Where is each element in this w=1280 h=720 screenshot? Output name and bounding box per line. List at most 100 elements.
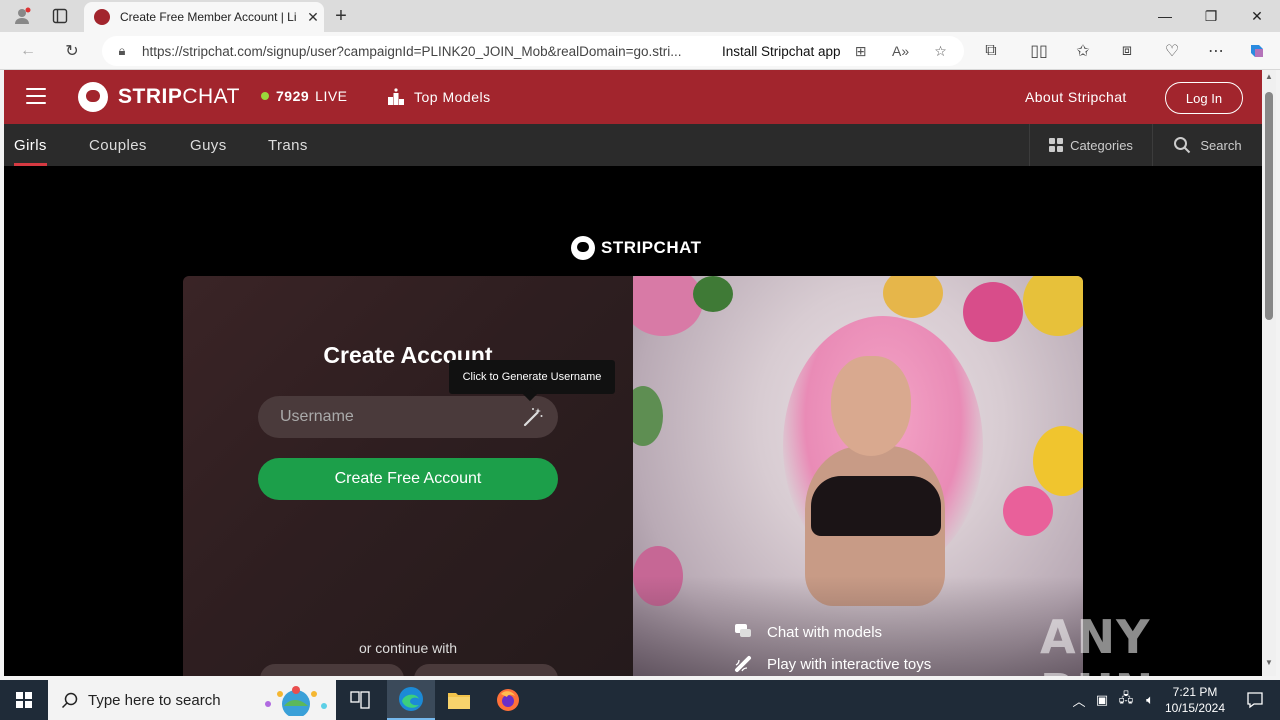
lock-icon[interactable]: 🔒︎ [102, 43, 142, 59]
more-menu-icon[interactable]: ⋯ [1203, 39, 1229, 63]
taskbar-search-box[interactable]: Type here to search [48, 680, 336, 720]
tab-trans[interactable]: Trans [268, 124, 308, 166]
top-models-link[interactable]: Top Models [387, 88, 491, 106]
tray-overflow-icon[interactable]: ︿ [1068, 691, 1090, 710]
task-view-icon[interactable] [336, 680, 384, 720]
notifications-icon[interactable] [1230, 680, 1280, 720]
start-button[interactable] [0, 680, 48, 720]
scroll-up-icon[interactable]: ▲ [1262, 72, 1276, 88]
stripchat-favicon-icon [94, 9, 110, 25]
taskbar-clock[interactable]: 7:21 PM 10/15/2024 [1160, 684, 1230, 716]
scrollbar-thumb[interactable] [1265, 92, 1273, 320]
about-link[interactable]: About Stripchat [1025, 89, 1127, 105]
social-login-google-button[interactable] [260, 664, 404, 676]
profile-icon[interactable] [8, 4, 36, 28]
volume-icon[interactable]: 🔈︎ [1138, 692, 1162, 708]
browser-essentials-icon[interactable]: ♡ [1159, 39, 1185, 63]
feature-toys: Play with interactive toys [733, 655, 931, 673]
promo-photo-panel: Chat with models Play with interactive t… [633, 276, 1083, 676]
logo-mark-icon [78, 82, 108, 112]
windows-taskbar: Type here to search ︿ ▣ 🖧︎ 🔈︎ 7:21 PM 10… [0, 680, 1280, 720]
extensions-icon[interactable]: ⧉ [978, 39, 1004, 63]
category-nav: Girls Couples Guys Trans Categories Sear… [4, 124, 1262, 166]
username-input[interactable]: Username [258, 396, 558, 438]
create-free-account-button[interactable]: Create Free Account [258, 458, 558, 500]
new-tab-icon[interactable]: + [327, 4, 355, 28]
categories-label: Categories [1070, 137, 1133, 153]
install-app-button[interactable]: Install Stripchat app [722, 44, 841, 59]
logo-text-light: CHAT [182, 85, 240, 108]
tab-title: Create Free Member Account | Li [120, 10, 297, 24]
firefox-icon[interactable] [484, 680, 532, 720]
close-tab-icon[interactable]: ✕ [302, 9, 324, 26]
site-header: STRIPCHAT 7929 LIVE Top Models About Str… [4, 70, 1262, 124]
favorites-icon[interactable]: ✩ [1070, 39, 1096, 63]
center-logo: STRIPCHAT [571, 236, 702, 260]
back-icon[interactable]: ← [15, 39, 41, 63]
flower-decoration [883, 276, 943, 318]
browser-toolbar: ← ↻ 🔒︎ https://stripchat.com/signup/user… [0, 32, 1280, 70]
file-explorer-icon[interactable] [435, 680, 483, 720]
app-install-icon[interactable]: ⊞ [841, 43, 881, 60]
live-count-link[interactable]: 7929 LIVE [261, 88, 348, 104]
close-window-icon[interactable]: ✕ [1234, 0, 1280, 32]
flower-decoration [633, 276, 703, 336]
split-screen-icon[interactable]: ▯▯ [1026, 39, 1052, 63]
url-text[interactable]: https://stripchat.com/signup/user?campai… [142, 44, 704, 59]
collections-icon[interactable]: ⧈ [1114, 39, 1140, 63]
browser-tab-strip: Create Free Member Account | Li ✕ + — ❐ … [0, 0, 1280, 32]
leaf-decoration [633, 386, 663, 446]
live-count: 7929 [276, 88, 310, 104]
page-viewport: STRIPCHAT 7929 LIVE Top Models About Str… [4, 70, 1262, 676]
browser-tab-active[interactable]: Create Free Member Account | Li ✕ [84, 2, 324, 32]
magic-wand-icon[interactable] [522, 406, 544, 428]
minimize-icon[interactable]: — [1142, 0, 1188, 32]
scroll-down-icon[interactable]: ▼ [1262, 658, 1276, 674]
chat-bubble-icon [733, 623, 753, 641]
clock-time: 7:21 PM [1172, 685, 1218, 699]
model-photo-face [831, 356, 911, 456]
center-logo-text: STRIPCHAT [601, 238, 702, 257]
taskbar-search-placeholder: Type here to search [88, 691, 221, 709]
live-label: LIVE [315, 88, 348, 104]
leaf-decoration [693, 276, 733, 312]
social-login-other-button[interactable] [414, 664, 558, 676]
favorite-star-icon[interactable]: ☆ [921, 43, 961, 60]
interactive-toy-icon [733, 655, 753, 673]
meet-now-icon[interactable]: ▣ [1090, 692, 1114, 708]
tab-actions-icon[interactable] [46, 4, 74, 28]
anyrun-watermark: ANY RUN [1040, 610, 1153, 676]
restore-icon[interactable]: ❐ [1188, 0, 1234, 32]
podium-icon [387, 88, 405, 106]
clock-date: 10/15/2024 [1164, 701, 1226, 715]
copilot-icon[interactable] [1244, 39, 1270, 63]
flower-decoration [1033, 426, 1083, 496]
address-bar[interactable]: 🔒︎ https://stripchat.com/signup/user?cam… [102, 36, 964, 66]
login-button[interactable]: Log In [1165, 82, 1243, 114]
top-models-label: Top Models [414, 89, 491, 105]
network-icon[interactable]: 🖧︎ [1114, 689, 1138, 711]
stripchat-logo[interactable]: STRIPCHAT [78, 82, 240, 112]
feature-toys-label: Play with interactive toys [767, 655, 932, 673]
refresh-icon[interactable]: ↻ [59, 39, 85, 63]
logo-text-bold: STRIP [118, 85, 183, 108]
signup-form-panel: Create Account Username Click to Generat… [183, 276, 633, 676]
generate-username-tooltip: Click to Generate Username [449, 360, 615, 394]
search-icon [1173, 136, 1191, 154]
grid-icon [1049, 138, 1064, 152]
feature-chat: Chat with models [733, 623, 882, 641]
model-photo-clothing [811, 476, 941, 536]
tab-girls[interactable]: Girls [14, 124, 47, 166]
tab-couples[interactable]: Couples [89, 124, 147, 166]
menu-icon[interactable] [26, 88, 46, 104]
search-icon [61, 691, 79, 709]
categories-button[interactable]: Categories [1029, 124, 1153, 166]
tab-guys[interactable]: Guys [190, 124, 227, 166]
edge-taskbar-icon[interactable] [387, 680, 435, 720]
system-tray: ︿ ▣ 🖧︎ 🔈︎ [1068, 680, 1162, 720]
live-dot-icon [261, 92, 269, 100]
read-aloud-icon[interactable]: A» [881, 43, 921, 59]
continue-with-label: or continue with [358, 640, 458, 656]
search-button[interactable]: Search [1153, 124, 1262, 166]
page-scrollbar[interactable]: ▲ ▼ [1262, 70, 1276, 676]
